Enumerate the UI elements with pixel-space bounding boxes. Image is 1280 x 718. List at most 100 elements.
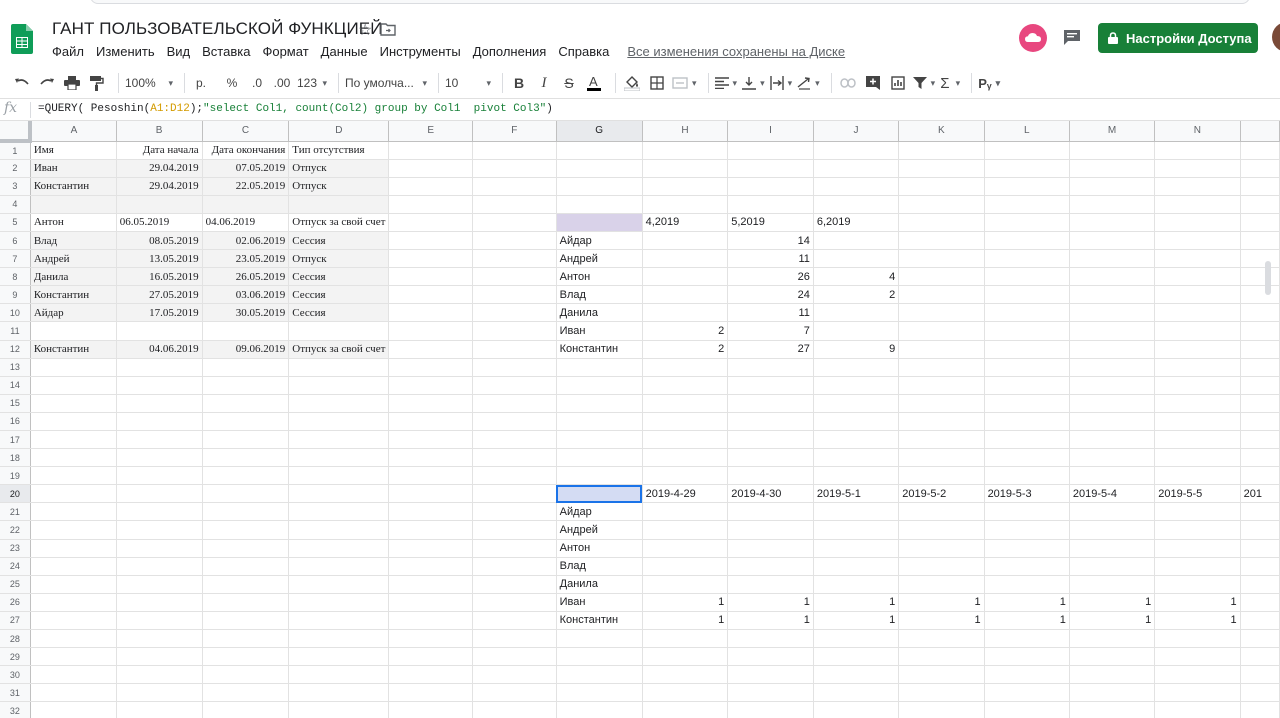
cell-J13[interactable] <box>813 358 900 377</box>
cell-B8[interactable]: 16.05.2019 <box>116 267 203 287</box>
cell-N24[interactable] <box>1154 557 1241 576</box>
cell-G31[interactable] <box>556 683 643 703</box>
cell-A20[interactable] <box>30 484 117 504</box>
font-size-select[interactable]: 10 <box>445 71 491 95</box>
cell-K1[interactable] <box>898 141 985 160</box>
cell-J5[interactable]: 6,2019 <box>813 213 900 232</box>
cell-C18[interactable] <box>202 448 290 468</box>
cell-M25[interactable] <box>1069 575 1156 594</box>
column-header[interactable]: G <box>556 121 643 142</box>
cell-H31[interactable] <box>642 683 729 703</box>
cell-O13[interactable] <box>1240 358 1280 377</box>
cell-N27[interactable]: 1 <box>1154 611 1241 631</box>
cell-B16[interactable] <box>116 412 203 432</box>
menu-data[interactable]: Данные <box>321 44 368 59</box>
column-header[interactable]: E <box>388 121 474 142</box>
cell-A5[interactable]: Антон <box>30 213 117 232</box>
cell-H18[interactable] <box>642 448 729 468</box>
cell-H16[interactable] <box>642 412 729 432</box>
cell-B30[interactable] <box>116 665 203 685</box>
cell-G16[interactable] <box>556 412 643 432</box>
cell-N21[interactable] <box>1154 502 1241 522</box>
input-tools-icon[interactable]: Рᵧ <box>978 71 1000 95</box>
fill-color-icon[interactable] <box>622 71 642 95</box>
cell-N17[interactable] <box>1154 430 1241 450</box>
cell-G9[interactable]: Влад <box>556 285 643 305</box>
cell-L16[interactable] <box>984 412 1070 432</box>
cell-A9[interactable]: Константин <box>30 285 117 305</box>
cell-I32[interactable] <box>727 701 814 718</box>
cell-O14[interactable] <box>1240 376 1280 395</box>
cell-O17[interactable] <box>1240 430 1280 450</box>
cell-C23[interactable] <box>202 539 290 558</box>
cell-E27[interactable] <box>388 611 474 631</box>
cell-B19[interactable] <box>116 466 203 486</box>
cell-G6[interactable]: Айдар <box>556 231 643 251</box>
cell-D23[interactable] <box>288 539 390 558</box>
cell-L1[interactable] <box>984 141 1070 160</box>
cell-I8[interactable]: 26 <box>727 267 814 287</box>
cell-O11[interactable] <box>1240 321 1280 341</box>
cell-H26[interactable]: 1 <box>642 593 729 612</box>
cell-N31[interactable] <box>1154 683 1241 703</box>
cell-F5[interactable] <box>472 213 557 232</box>
cell-M2[interactable] <box>1069 159 1156 178</box>
cell-G27[interactable]: Константин <box>556 611 643 631</box>
row-header[interactable]: 28 <box>0 629 31 649</box>
cells-table[interactable]: ABCDEFGHIJKLMN 1 Имя Дата начала Дата оконч… <box>0 121 1280 718</box>
cell-C28[interactable] <box>202 629 290 649</box>
cell-N9[interactable] <box>1154 285 1241 305</box>
cell-L25[interactable] <box>984 575 1070 594</box>
cell-M12[interactable] <box>1069 340 1156 359</box>
cell-G3[interactable] <box>556 177 643 196</box>
cell-C25[interactable] <box>202 575 290 594</box>
cell-N8[interactable] <box>1154 267 1241 287</box>
cell-I17[interactable] <box>727 430 814 450</box>
cell-H7[interactable] <box>642 249 729 269</box>
sheets-logo-icon[interactable] <box>11 24 33 54</box>
cell-E23[interactable] <box>388 539 474 558</box>
cell-M8[interactable] <box>1069 267 1156 287</box>
cell-C27[interactable] <box>202 611 290 631</box>
cell-F21[interactable] <box>472 502 557 522</box>
cell-K32[interactable] <box>898 701 985 718</box>
cell-F10[interactable] <box>472 303 557 323</box>
cell-A27[interactable] <box>30 611 117 631</box>
cell-E20[interactable] <box>388 484 474 504</box>
cell-L20[interactable]: 2019-5-3 <box>984 484 1070 504</box>
cloud-status-icon[interactable] <box>1019 24 1047 52</box>
cell-I4[interactable] <box>727 195 814 214</box>
cell-E9[interactable] <box>388 285 474 305</box>
cell-C15[interactable] <box>202 394 290 413</box>
cell-A6[interactable]: Влад <box>30 231 117 251</box>
cell-F18[interactable] <box>472 448 557 468</box>
cell-J21[interactable] <box>813 502 900 522</box>
cell-C32[interactable] <box>202 701 290 718</box>
cell-D16[interactable] <box>288 412 390 432</box>
cell-H11[interactable]: 2 <box>642 321 729 341</box>
sheet-grid[interactable]: ABCDEFGHIJKLMN 1 Имя Дата начала Дата оконч… <box>0 121 1280 718</box>
cell-D25[interactable] <box>288 575 390 594</box>
cell-C24[interactable] <box>202 557 290 576</box>
cell-B26[interactable] <box>116 593 203 612</box>
cell-C6[interactable]: 02.06.2019 <box>202 231 290 251</box>
cell-I26[interactable]: 1 <box>727 593 814 612</box>
cell-M4[interactable] <box>1069 195 1156 214</box>
cell-N18[interactable] <box>1154 448 1241 468</box>
cell-N16[interactable] <box>1154 412 1241 432</box>
cell-M19[interactable] <box>1069 466 1156 486</box>
cell-I12[interactable]: 27 <box>727 340 814 359</box>
cell-H25[interactable] <box>642 575 729 594</box>
cell-C26[interactable] <box>202 593 290 612</box>
cell-H28[interactable] <box>642 629 729 649</box>
cell-B29[interactable] <box>116 647 203 667</box>
cell-L26[interactable]: 1 <box>984 593 1070 612</box>
cell-G24[interactable]: Влад <box>556 557 643 576</box>
star-icon[interactable]: ☆ <box>358 20 372 40</box>
cell-O32[interactable] <box>1240 701 1280 718</box>
cell-G29[interactable] <box>556 647 643 667</box>
cell-A23[interactable] <box>30 539 117 558</box>
row-header[interactable]: 1 <box>0 141 31 160</box>
formula-input[interactable]: =QUERY( Pesoshin(A1:D12);"select Col1, c… <box>38 103 553 115</box>
strikethrough-icon[interactable]: S <box>559 71 579 95</box>
